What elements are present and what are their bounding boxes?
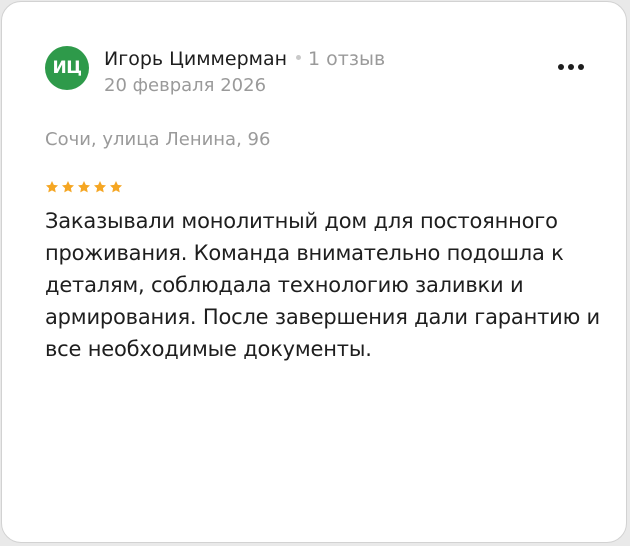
dot-1 (558, 64, 564, 70)
rating-stars (45, 180, 123, 194)
author-name[interactable]: Игорь Циммерман (104, 48, 287, 70)
separator-dot (296, 55, 302, 60)
star-icon (77, 181, 91, 193)
star-icon (61, 181, 75, 193)
review-card: ИЦ Игорь Циммерман 1 отзыв 20 февраля 202… (1, 1, 627, 543)
star-icon (45, 181, 59, 193)
star-icon (93, 181, 107, 193)
author-line: Игорь Циммерман 1 отзыв (104, 45, 385, 73)
avatar-initials: ИЦ (52, 58, 83, 78)
review-date: 20 февраля 2026 (104, 75, 267, 96)
dot-2 (568, 64, 574, 70)
more-dots-icon[interactable] (558, 60, 592, 74)
avatar[interactable]: ИЦ (45, 46, 89, 90)
dot-3 (578, 64, 584, 70)
star-icon (109, 181, 123, 193)
author-reviews-count[interactable]: 1 отзыв (308, 48, 385, 70)
review-address: Сочи, улица Ленина, 96 (45, 129, 271, 150)
review-text: Заказывали монолитный дом для постоянног… (45, 209, 601, 361)
review-header: Игорь Циммерман 1 отзыв 20 февраля 2026 (104, 45, 385, 97)
